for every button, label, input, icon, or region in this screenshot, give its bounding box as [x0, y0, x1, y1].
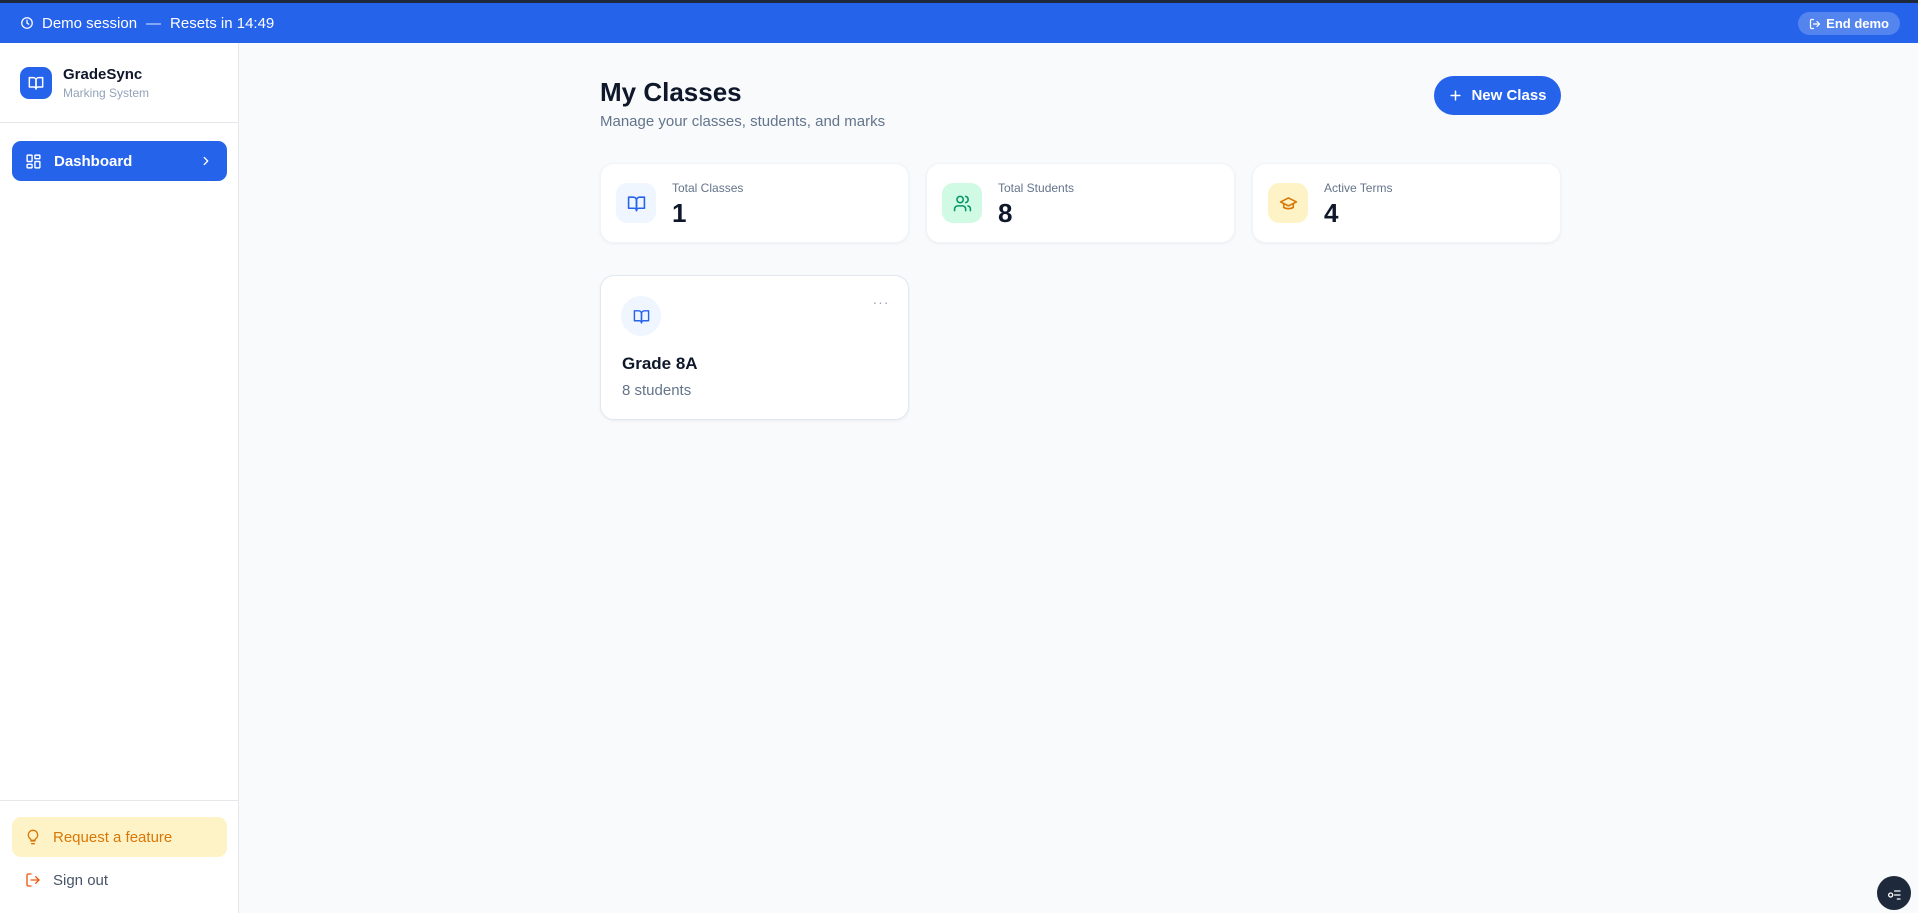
stat-icon-wrap	[942, 183, 982, 223]
sidebar-item-dashboard[interactable]: Dashboard	[12, 141, 227, 181]
lightbulb-icon	[25, 829, 41, 845]
layout-grid-icon	[25, 153, 42, 170]
exit-icon	[1809, 18, 1821, 30]
request-feature-label: Request a feature	[53, 828, 173, 846]
book-open-icon	[633, 308, 650, 325]
brand-text: GradeSync Marking System	[63, 66, 149, 100]
class-card-grade-8a[interactable]: ··· Grade 8A 8 students	[600, 275, 909, 420]
stat-label: Total Classes	[672, 181, 744, 195]
graduation-cap-icon	[1279, 194, 1298, 213]
sidebar-item-label: Dashboard	[54, 152, 133, 170]
request-feature-button[interactable]: Request a feature	[12, 817, 227, 857]
brand: GradeSync Marking System	[0, 43, 238, 123]
clock-icon	[20, 16, 34, 30]
users-icon	[953, 194, 972, 213]
page-subtitle: Manage your classes, students, and marks	[600, 113, 886, 130]
stat-card-total-classes: Total Classes 1	[600, 163, 909, 243]
reset-timer: Resets in 14:49	[170, 14, 275, 32]
brand-name: GradeSync	[63, 65, 143, 83]
new-class-label: New Class	[1471, 87, 1547, 104]
class-icon-wrap	[621, 296, 661, 336]
plus-icon	[1448, 88, 1463, 103]
stat-value: 8	[998, 198, 1013, 228]
sign-out-label: Sign out	[53, 871, 109, 889]
demo-session-label: Demo session	[42, 14, 138, 32]
stat-icon-wrap	[1268, 183, 1308, 223]
class-name: Grade 8A	[622, 354, 698, 373]
sign-out-button[interactable]: Sign out	[12, 861, 227, 899]
stat-value: 4	[1324, 198, 1339, 228]
log-out-icon	[25, 872, 41, 888]
floating-toggle-button[interactable]	[1877, 876, 1911, 910]
sidebar-footer: Request a feature Sign out	[0, 800, 238, 913]
stat-card-active-terms: Active Terms 4	[1252, 163, 1561, 243]
more-options-icon[interactable]: ···	[870, 294, 892, 310]
stat-icon-wrap	[616, 183, 656, 223]
end-demo-button[interactable]: End demo	[1798, 12, 1900, 35]
stat-value: 1	[672, 198, 687, 228]
sidebar: GradeSync Marking System Dashboard Reque…	[0, 43, 239, 913]
end-demo-label: End demo	[1826, 16, 1889, 31]
banner-separator: —	[146, 14, 162, 32]
chevron-right-icon	[199, 154, 213, 168]
brand-subtitle: Marking System	[63, 85, 150, 100]
brand-logo	[20, 66, 52, 99]
book-open-icon	[28, 75, 44, 91]
stat-label: Total Students	[998, 181, 1075, 195]
book-open-icon	[627, 194, 646, 213]
page-title: My Classes	[600, 77, 742, 107]
stat-label: Active Terms	[1324, 181, 1393, 195]
settings-toggle-icon	[1886, 885, 1902, 901]
demo-banner: Demo session — Resets in 14:49 End demo	[0, 0, 1918, 43]
stat-card-total-students: Total Students 8	[926, 163, 1235, 243]
new-class-button[interactable]: New Class	[1434, 76, 1561, 115]
class-student-count: 8 students	[622, 382, 692, 399]
